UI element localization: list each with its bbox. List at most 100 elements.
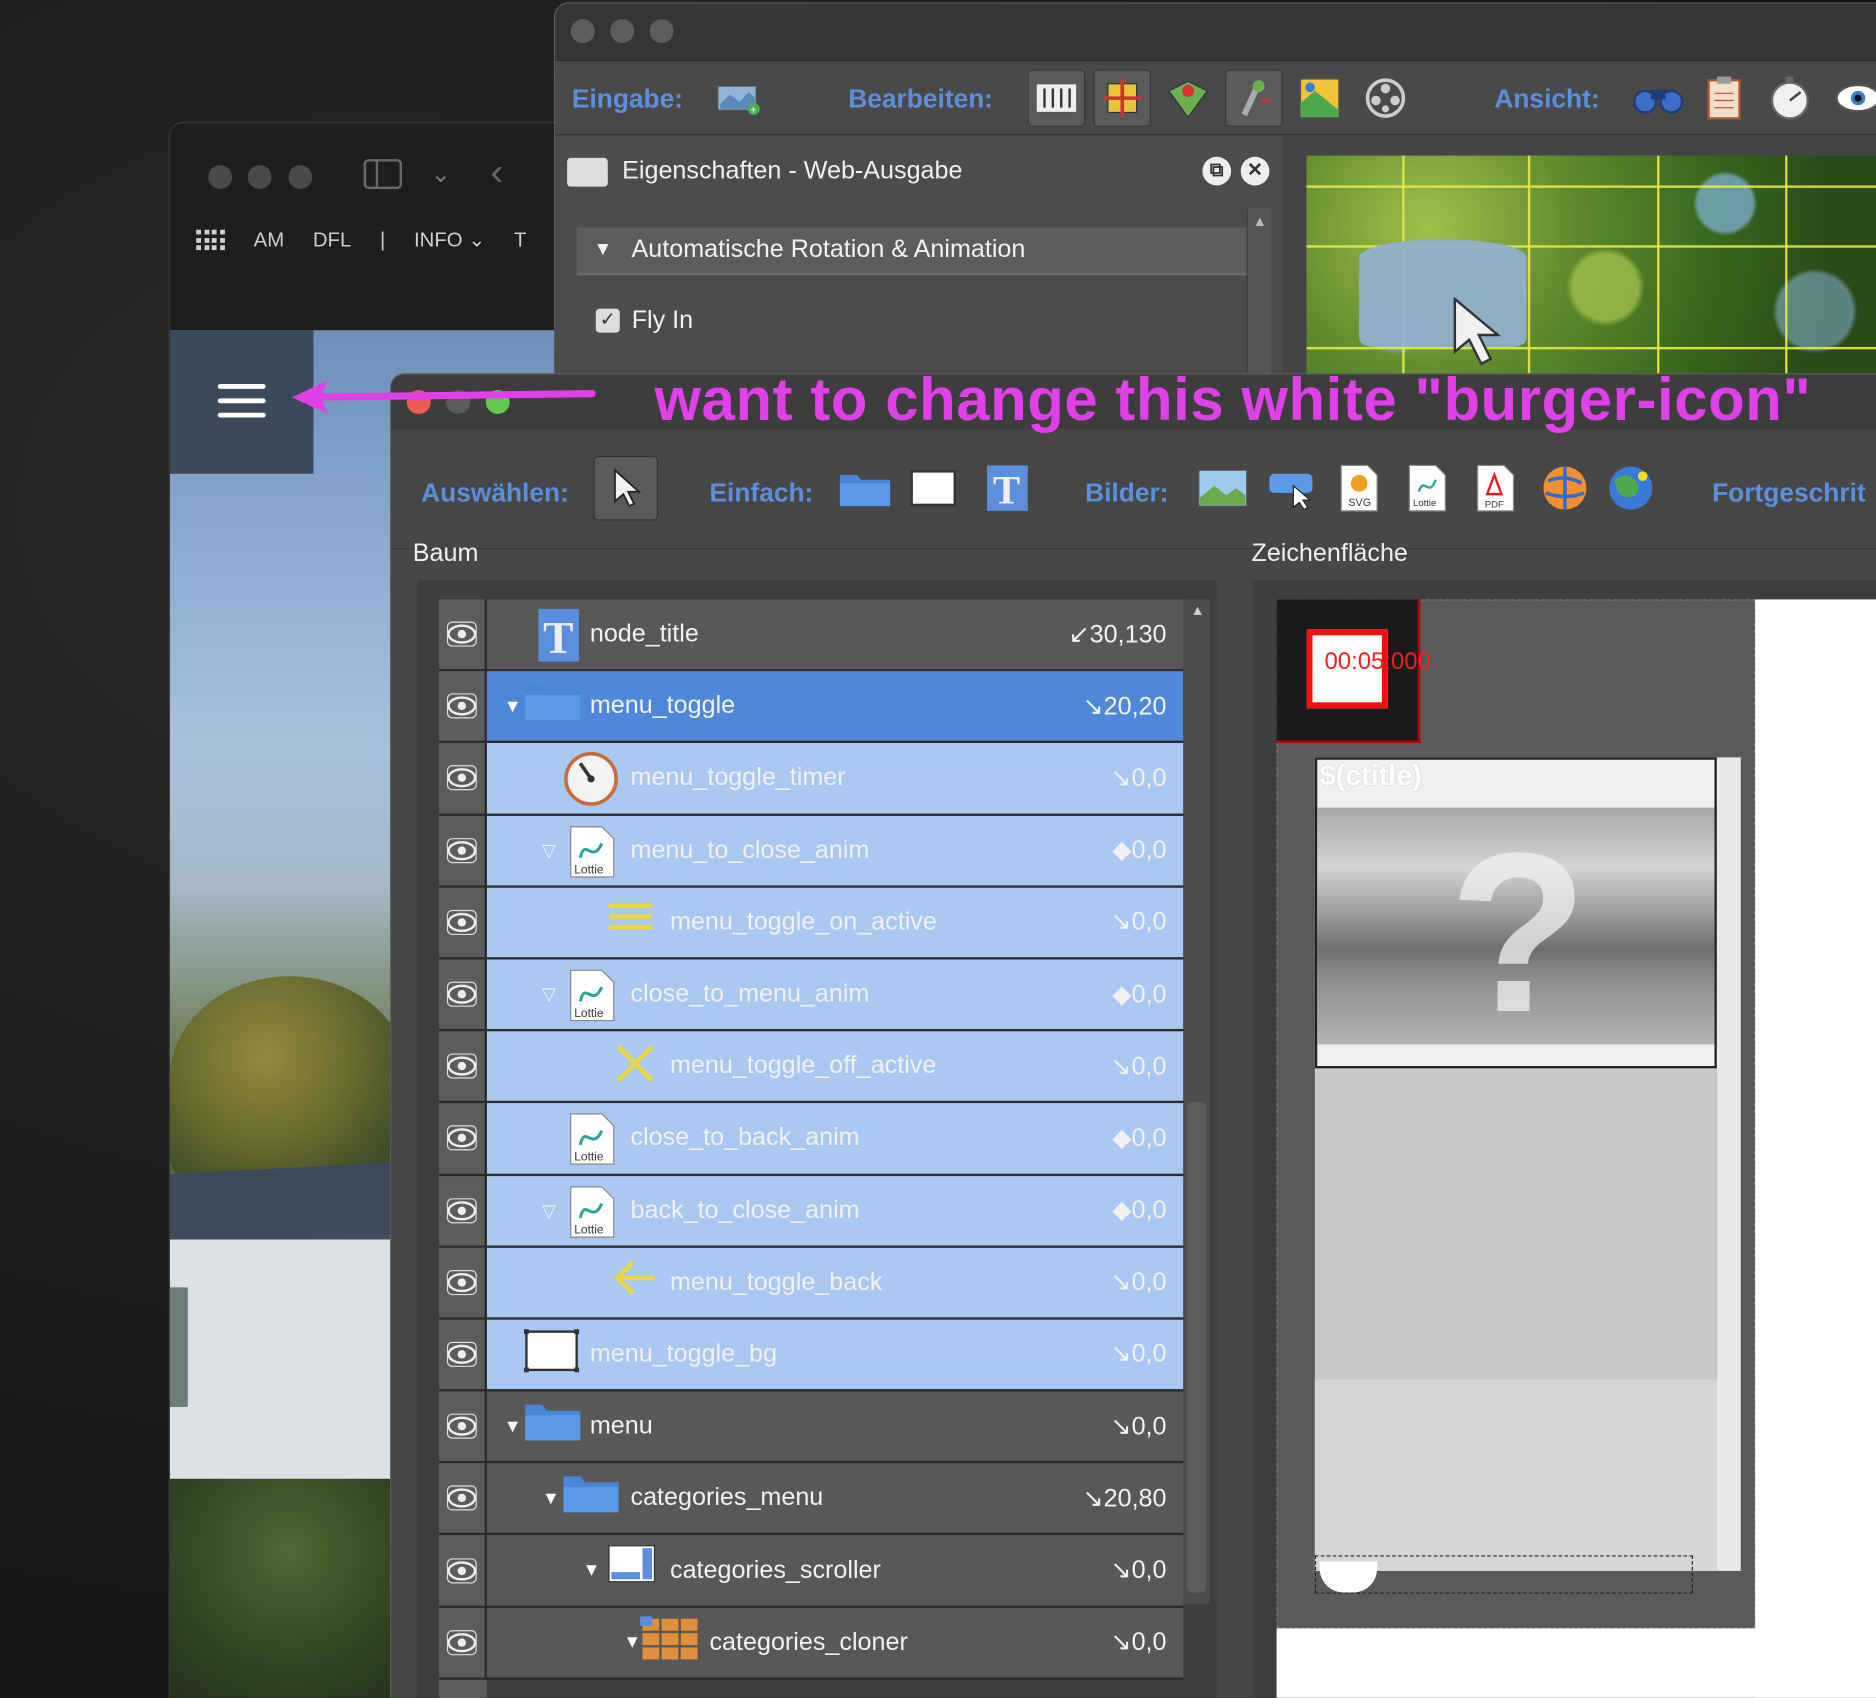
- tree-row-body[interactable]: ▼ menu ↘0,0: [486, 1391, 1184, 1462]
- nav-item-t[interactable]: T: [514, 229, 526, 253]
- sliders-icon[interactable]: [1027, 69, 1086, 127]
- visibility-eye-icon[interactable]: [439, 887, 487, 958]
- disclosure-triangle-icon[interactable]: ▽: [542, 1200, 556, 1221]
- disclosure-triangle-icon[interactable]: ▼: [504, 696, 522, 716]
- image-cursor-icon[interactable]: [1265, 461, 1320, 516]
- tree-row-body[interactable]: ▽ Lottie menu_to_close_anim ◆0,0: [486, 815, 1184, 886]
- minimize-dot[interactable]: [247, 165, 272, 190]
- select-cursor-icon[interactable]: [593, 455, 659, 521]
- section-auto-rotation[interactable]: ▼ Automatische Rotation & Animation: [576, 227, 1247, 276]
- film-reel-icon[interactable]: [1357, 69, 1414, 126]
- disclosure-triangle-icon[interactable]: ▼: [504, 1416, 522, 1436]
- minimize-dot[interactable]: [610, 19, 635, 44]
- visibility-eye-icon[interactable]: [439, 1391, 487, 1462]
- rectangle-icon[interactable]: [906, 461, 961, 516]
- close-dot[interactable]: [570, 19, 595, 44]
- disclosure-triangle-icon[interactable]: ▼: [542, 1488, 560, 1508]
- image-map-icon[interactable]: [1291, 69, 1348, 126]
- visibility-eye-icon[interactable]: [439, 599, 487, 670]
- folder-icon[interactable]: [838, 461, 893, 516]
- visibility-eye-icon[interactable]: [439, 1607, 487, 1678]
- stopwatch-icon[interactable]: [1761, 69, 1818, 126]
- visibility-eye-icon[interactable]: [439, 743, 487, 814]
- tree-row-body[interactable]: menu_toggle_off_active ↘0,0: [486, 1031, 1184, 1102]
- tree-row[interactable]: menu_toggle_bg ↘0,0: [439, 1319, 1184, 1392]
- visibility-eye-icon[interactable]: [439, 1031, 487, 1102]
- close-icon[interactable]: ✕: [1240, 156, 1270, 186]
- tree-row-body[interactable]: Tnode_title ↙30,130: [486, 599, 1184, 670]
- visibility-eye-icon[interactable]: [439, 1103, 487, 1174]
- image-icon[interactable]: [1195, 461, 1250, 516]
- tree-row[interactable]: menu_toggle_off_active ↘0,0: [439, 1031, 1184, 1104]
- chevron-down-icon[interactable]: ⌄: [431, 159, 451, 189]
- nav-item-dfl[interactable]: DFL: [313, 229, 351, 253]
- visibility-eye-icon[interactable]: [439, 815, 487, 886]
- tree-row[interactable]: ▽ Lottie menu_to_close_anim ◆0,0: [439, 815, 1184, 888]
- tree-row[interactable]: ▽ Lottie back_to_close_anim ◆0,0: [439, 1175, 1184, 1248]
- scroll-thumb[interactable]: [1186, 1101, 1207, 1593]
- detach-icon[interactable]: ⧉: [1202, 156, 1232, 186]
- visibility-eye-icon[interactable]: [439, 1535, 487, 1606]
- svg-file-icon[interactable]: SVG: [1332, 461, 1387, 516]
- tree-row-body[interactable]: menu_toggle_bg ↘0,0: [486, 1319, 1184, 1390]
- tree-row-body[interactable]: ▼ categories_cloner ↘0,0: [486, 1607, 1184, 1678]
- tree-row-body[interactable]: menu_toggle_timer ↘0,0: [486, 743, 1184, 814]
- tree-row[interactable]: ▽ Lottie close_to_menu_anim ◆0,0: [439, 959, 1184, 1032]
- visibility-eye-icon[interactable]: [439, 1463, 487, 1534]
- eye-view-icon[interactable]: [1827, 69, 1876, 126]
- zoom-dot[interactable]: [649, 19, 674, 44]
- layout-arrows-icon[interactable]: [1093, 69, 1151, 127]
- tree-row-body[interactable]: ▽ Lottie back_to_close_anim ◆0,0: [486, 1175, 1184, 1246]
- zoom-dot[interactable]: [288, 165, 313, 190]
- close-dot[interactable]: [208, 165, 233, 190]
- tree-row[interactable]: ▼ categories_menu ↘20,80: [439, 1463, 1184, 1536]
- fly-in-option[interactable]: ✓ Fly In: [595, 306, 693, 335]
- tree-row[interactable]: menu_toggle_timer ↘0,0: [439, 743, 1184, 816]
- earth-icon[interactable]: [1603, 461, 1658, 516]
- visibility-eye-icon[interactable]: [439, 959, 487, 1030]
- scroll-up-arrow-icon[interactable]: ▲: [1190, 602, 1204, 619]
- globe-icon[interactable]: [1537, 461, 1592, 516]
- back-arrow-icon[interactable]: ‹: [491, 150, 504, 194]
- tree-row-body[interactable]: menu_toggle_on_active ↘0,0: [486, 887, 1184, 958]
- tree-row-body[interactable]: ▼ categories_menu ↘20,80: [486, 1463, 1184, 1534]
- tree-row-body[interactable]: ▼ categories_scroller ↘0,0: [486, 1535, 1184, 1606]
- clipboard-icon[interactable]: [1695, 69, 1752, 126]
- disclosure-triangle-icon[interactable]: ▼: [623, 1632, 641, 1652]
- nav-item-am[interactable]: AM: [254, 229, 285, 253]
- map-pin-icon[interactable]: [1159, 69, 1216, 126]
- tree-scrollbar[interactable]: ▲: [1183, 599, 1210, 1605]
- tree-row[interactable]: ▼ categories_scroller ↘0,0: [439, 1535, 1184, 1608]
- disclosure-triangle-icon[interactable]: ▽: [542, 984, 556, 1005]
- visibility-eye-icon[interactable]: [439, 1247, 487, 1318]
- nav-item-info[interactable]: INFO ⌄: [414, 229, 485, 253]
- tree-row[interactable]: ▼ menu ↘0,0: [439, 1391, 1184, 1464]
- lottie-file-icon[interactable]: Lottie: [1400, 461, 1455, 516]
- tree-row[interactable]: Lottie close_to_back_anim ◆0,0: [439, 1103, 1184, 1176]
- tree-row-body[interactable]: Lottie close_to_back_anim ◆0,0: [486, 1103, 1184, 1174]
- disclosure-triangle-icon[interactable]: ▽: [542, 839, 556, 861]
- tree-row-name: categories_cloner: [709, 1628, 908, 1656]
- tree-row[interactable]: ▼ categories_cloner ↘0,0: [439, 1607, 1184, 1680]
- visibility-eye-icon[interactable]: [439, 1319, 487, 1390]
- collapse-triangle-icon[interactable]: ▼: [593, 239, 612, 261]
- tree-row-body[interactable]: ▽ Lottie close_to_menu_anim ◆0,0: [486, 959, 1184, 1030]
- tree-row[interactable]: ▼ menu_toggle ↘20,20: [439, 671, 1184, 744]
- tree-row-body[interactable]: ▼ menu_toggle ↘20,20: [486, 671, 1184, 742]
- disclosure-triangle-icon[interactable]: ▼: [583, 1560, 601, 1580]
- binoculars-icon[interactable]: [1630, 69, 1687, 126]
- fly-in-checkbox[interactable]: ✓: [595, 308, 620, 333]
- visibility-eye-icon[interactable]: [439, 671, 487, 742]
- sidebar-toggle-icon[interactable]: [363, 159, 403, 190]
- tree-row[interactable]: menu_toggle_back ↘0,0: [439, 1247, 1184, 1320]
- text-icon[interactable]: T: [980, 461, 1035, 516]
- tree-row[interactable]: menu_toggle_on_active ↘0,0: [439, 887, 1184, 960]
- input-image-icon[interactable]: +: [711, 69, 768, 126]
- node-card-preview[interactable]: $(ctitle) ?: [1314, 757, 1717, 1069]
- wizard-icon[interactable]: [1225, 69, 1283, 127]
- visibility-eye-icon[interactable]: [439, 1175, 487, 1246]
- tree-row-body[interactable]: menu_toggle_back ↘0,0: [486, 1247, 1184, 1318]
- apps-grid-icon[interactable]: [196, 229, 225, 252]
- tree-row[interactable]: Tnode_title ↙30,130: [439, 599, 1184, 672]
- pdf-file-icon[interactable]: PDF: [1468, 461, 1523, 516]
